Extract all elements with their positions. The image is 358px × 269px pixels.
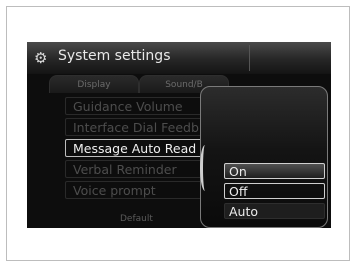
option-on[interactable]: On	[224, 163, 325, 179]
system-settings-screen: ⚙ System settings Display Sound/B Guidan…	[27, 42, 331, 228]
option-auto[interactable]: Auto	[224, 203, 325, 219]
gear-icon: ⚙	[34, 49, 48, 67]
default-button[interactable]: Default	[120, 214, 153, 224]
page-title: System settings	[58, 48, 171, 64]
popup-pointer	[200, 145, 210, 191]
tab-display[interactable]: Display	[49, 75, 139, 93]
option-popup: On Off Auto	[200, 86, 328, 228]
title-divider	[249, 45, 250, 71]
title-bar: ⚙ System settings	[27, 42, 331, 74]
option-off[interactable]: Off	[224, 183, 325, 199]
